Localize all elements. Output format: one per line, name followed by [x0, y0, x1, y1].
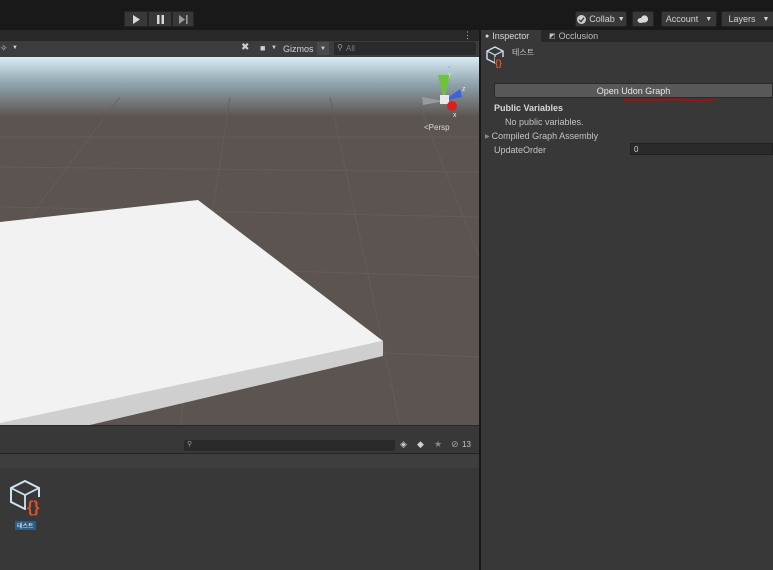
update-order-field[interactable]: 0	[630, 143, 773, 155]
update-order-value: 0	[634, 145, 639, 154]
scene-viewport	[0, 57, 479, 425]
pause-button[interactable]	[148, 11, 172, 27]
gizmos-menu[interactable]: Gizmos	[283, 44, 314, 54]
camera-icon[interactable]: ■	[260, 43, 265, 53]
draw-mode-icon[interactable]: ✧	[0, 43, 8, 54]
lock-icon[interactable]: ▫	[448, 65, 450, 71]
udon-graph-asset-icon: {}	[10, 479, 48, 516]
play-button[interactable]	[124, 11, 148, 27]
info-icon: ●	[485, 32, 490, 40]
svg-text:{}: {}	[495, 58, 503, 68]
occlusion-icon: ◩	[549, 33, 556, 40]
layers-label: Layers	[728, 14, 756, 24]
layers-dropdown[interactable]: Layers ▼	[721, 11, 773, 27]
scene-tab-header: ⋮	[0, 30, 479, 41]
udon-graph-asset-icon: {}	[486, 46, 505, 68]
search-icon: ⚲	[187, 441, 193, 448]
scene-search-placeholder: All	[346, 44, 355, 53]
chevron-down-icon: ▼	[320, 45, 326, 52]
scene-toolbar: ✧ ▼ ✖ ■ ▼ Gizmos ▼ ⚲ All	[0, 41, 479, 58]
no-public-variables-text: No public variables.	[505, 117, 584, 127]
gizmo-axis-z: z	[462, 86, 466, 93]
project-panel: ⚲ ◈ ◆ ★ ⊘ 13 {} 테스트	[0, 426, 479, 570]
collab-dropdown[interactable]: Collab ▼	[575, 11, 627, 27]
chevron-down-icon[interactable]: ▼	[271, 45, 277, 51]
search-icon: ⚲	[337, 43, 343, 52]
filter-by-type-icon[interactable]: ◈	[400, 439, 407, 450]
pause-icon	[156, 14, 164, 24]
more-options-icon[interactable]: ⋮	[463, 30, 472, 41]
tab-inspector-label: Inspector	[492, 31, 530, 41]
hidden-packages-icon[interactable]: ⊘	[451, 439, 459, 450]
chevron-down-icon[interactable]: ▼	[12, 45, 18, 51]
cloud-button[interactable]	[632, 11, 654, 27]
scene-search-field[interactable]: ⚲ All	[334, 42, 476, 55]
tab-occlusion[interactable]: ◩ Occlusion	[549, 30, 598, 42]
filter-by-label-icon[interactable]: ◆	[417, 439, 424, 450]
asset-label: 테스트	[15, 521, 36, 530]
inspector-tab-bar: ● Inspector ◩ Occlusion	[481, 30, 773, 42]
breadcrumb-bar	[0, 454, 479, 468]
hidden-count: 13	[462, 440, 471, 449]
chevron-down-icon: ▼	[617, 15, 625, 23]
orientation-gizmo[interactable]: y z x	[418, 67, 470, 127]
asset-name: 테스트	[512, 48, 535, 57]
collab-label: Collab	[589, 14, 615, 24]
project-search-field[interactable]: ⚲	[184, 440, 395, 451]
account-dropdown[interactable]: Account ▼	[661, 11, 717, 27]
project-toolbar: ⚲ ◈ ◆ ★ ⊘ 13	[0, 438, 479, 454]
svg-text:{}: {}	[27, 499, 39, 516]
perspective-toggle[interactable]: <Persp	[424, 123, 450, 132]
chevron-right-icon: ▶	[485, 133, 490, 140]
account-label: Account	[665, 14, 699, 24]
step-button[interactable]	[172, 11, 194, 27]
gizmo-axis-x: x	[453, 112, 457, 119]
red-underline-annotation	[622, 98, 716, 102]
chevron-down-icon: ▼	[705, 15, 713, 23]
update-order-label: UpdateOrder	[494, 145, 547, 155]
top-toolbar: Collab ▼ Account ▼ Layers ▼	[0, 0, 773, 30]
gizmos-dropdown-button[interactable]: ▼	[317, 42, 329, 55]
collab-check-icon	[577, 14, 587, 24]
tab-inspector[interactable]: ● Inspector	[481, 30, 541, 42]
play-icon	[132, 14, 140, 24]
gizmo-axis-y: y	[448, 72, 451, 78]
asset-tile[interactable]: {} 테스트	[8, 478, 52, 534]
open-udon-graph-label: Open Udon Graph	[596, 85, 671, 96]
chevron-down-icon: ▼	[762, 15, 770, 23]
tools-icon[interactable]: ✖	[241, 42, 249, 53]
cloud-icon	[637, 15, 649, 23]
compiled-graph-assembly-label: Compiled Graph Assembly	[491, 131, 599, 141]
tab-occlusion-label: Occlusion	[558, 31, 599, 41]
scene-view[interactable]: y z x ▫ <Persp	[0, 57, 479, 425]
step-icon	[178, 14, 188, 24]
favorite-star-icon[interactable]: ★	[434, 439, 442, 450]
inspector-panel: ● Inspector ◩ Occlusion {} 테스트 Open Udon…	[481, 30, 773, 570]
persp-label: Persp	[428, 123, 450, 132]
public-variables-header: Public Variables	[494, 103, 564, 113]
compiled-graph-assembly-foldout[interactable]: ▶ Compiled Graph Assembly	[485, 131, 598, 141]
